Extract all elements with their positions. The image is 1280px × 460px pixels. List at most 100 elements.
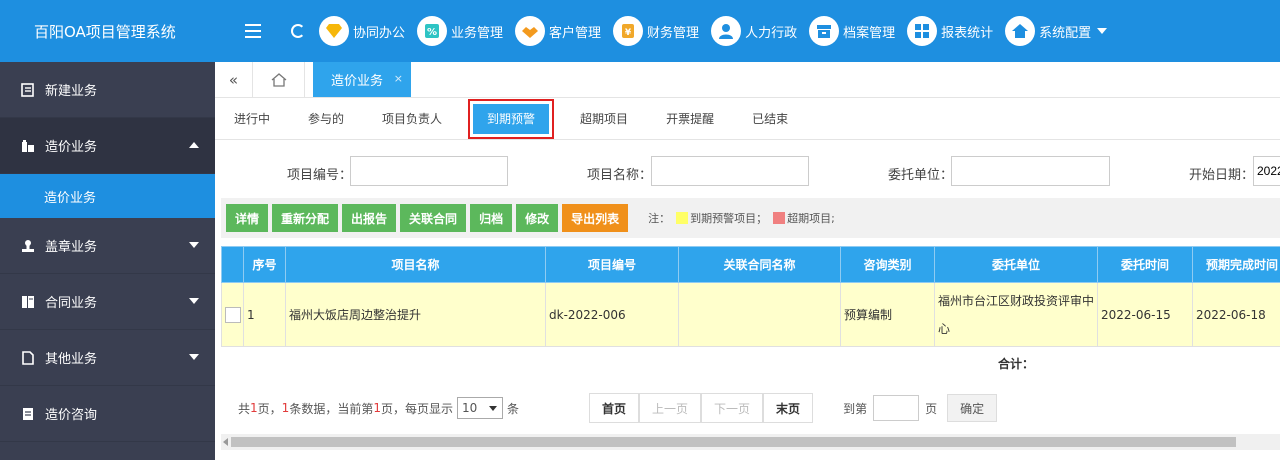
edit-button[interactable]: 修改	[516, 204, 559, 232]
header-category: 咨询类别	[840, 246, 935, 283]
sidebar-item-cost-business[interactable]: 造价业务	[0, 118, 215, 174]
chevron-down-icon	[189, 354, 199, 360]
project-no-input[interactable]	[350, 156, 508, 186]
row-project-code: dk-2022-006	[545, 282, 679, 347]
reassign-button[interactable]: 重新分配	[272, 204, 339, 232]
row-category: 预算编制	[840, 282, 935, 347]
client-label: 委托单位：	[888, 168, 954, 183]
building-icon	[20, 138, 36, 154]
warn-swatch	[676, 212, 689, 224]
top-menu-report[interactable]: 报表统计	[907, 16, 993, 46]
sidebar-item-new-business[interactable]: 新建业务	[0, 62, 215, 118]
prev-page-button[interactable]: 上一页	[639, 393, 702, 423]
legend-warn-label: 到期预警项目；	[690, 212, 768, 225]
goto-page-input[interactable]	[873, 395, 920, 421]
collapse-left-icon[interactable]: «	[215, 62, 253, 97]
first-page-button[interactable]: 首页	[589, 393, 640, 423]
top-menu-hr[interactable]: 人力行政	[711, 16, 797, 46]
last-page-button[interactable]: 末页	[763, 393, 814, 423]
chevron-up-icon	[189, 142, 199, 148]
sidebar-subitem-cost-business[interactable]: 造价业务	[0, 174, 215, 218]
svg-text:%: %	[427, 27, 437, 38]
top-menu-collab[interactable]: 协同办公	[319, 16, 405, 46]
subtab-invoice-reminder[interactable]: 开票提醒	[647, 104, 733, 134]
pager-buttons: 首页 上一页 下一页 末页	[589, 393, 814, 423]
chevron-down-icon	[1097, 28, 1108, 34]
row-checkbox[interactable]	[225, 306, 241, 323]
scrollbar-thumb[interactable]	[231, 437, 1236, 447]
home-tab-icon[interactable]	[253, 62, 305, 97]
confirm-button[interactable]: 确定	[947, 394, 998, 422]
tab-cost-business[interactable]: 造价业务 ×	[313, 62, 411, 97]
sidebar-item-stamp-business[interactable]: 盖章业务	[0, 218, 215, 274]
top-menu-label: 财务管理	[647, 25, 700, 41]
wallet-icon: ¥	[613, 16, 644, 46]
row-expected-date: 2022-06-18	[1192, 282, 1280, 347]
top-menu-finance[interactable]: ¥ 财务管理	[613, 16, 699, 46]
project-name-input[interactable]	[651, 156, 809, 186]
chevron-down-icon	[189, 298, 199, 304]
subtab-due-warning[interactable]: 到期预警	[468, 98, 555, 139]
subtab-finished[interactable]: 已结束	[733, 104, 807, 134]
export-list-button[interactable]: 导出列表	[562, 204, 629, 232]
menu-toggle-icon[interactable]	[243, 21, 263, 41]
horizontal-scrollbar[interactable]	[221, 434, 1280, 450]
overdue-swatch	[773, 212, 786, 224]
sidebar-item-other-business[interactable]: 其他业务	[0, 330, 215, 386]
table-row[interactable]: 1 福州大饭店周边整治提升 dk-2022-006 预算编制 福州市台江区财政投…	[221, 282, 1280, 347]
top-menu-label: 人力行政	[745, 25, 798, 41]
sidebar-item-contract-business[interactable]: 合同业务	[0, 274, 215, 330]
pager-size-suffix: 条	[506, 401, 519, 416]
detail-button[interactable]: 详情	[226, 204, 269, 232]
header-project-code: 项目编号	[545, 246, 679, 283]
subtab-participating[interactable]: 参与的	[289, 104, 363, 134]
action-toolbar: 详情 重新分配 出报告 关联合同 归档 修改 导出列表 注： 到期预警项目； 超…	[221, 198, 1280, 238]
top-menu-customer[interactable]: 客户管理	[515, 16, 601, 46]
pager-total-records: 1	[281, 401, 290, 415]
top-menu-label: 报表统计	[941, 25, 994, 41]
handshake-icon	[515, 16, 546, 46]
table-header-row: 序号 项目名称 项目编号 关联合同名称 咨询类别 委托单位 委托时间 预期完成时…	[221, 246, 1280, 283]
legend-overdue-label: 超期项目;	[787, 212, 835, 225]
status-tabs: 进行中 参与的 项目负责人 到期预警 超期项目 开票提醒 已结束	[215, 98, 1280, 140]
sidebar-item-cost-consult[interactable]: 造价咨询	[0, 386, 215, 442]
svg-text:¥: ¥	[625, 28, 632, 38]
row-checkbox-cell	[221, 282, 244, 347]
next-page-button[interactable]: 下一页	[701, 393, 764, 423]
start-date-label: 开始日期：	[1189, 168, 1255, 183]
top-menu-label: 业务管理	[451, 25, 504, 41]
top-menu-system-config[interactable]: 系统配置	[1005, 16, 1108, 46]
pager-total-pages: 1	[250, 401, 258, 415]
report-button[interactable]: 出报告	[342, 204, 397, 232]
link-contract-button[interactable]: 关联合同	[400, 204, 467, 232]
refresh-icon[interactable]	[291, 24, 305, 38]
archive-icon	[809, 16, 840, 46]
tab-strip: « 造价业务 ×	[215, 62, 1280, 98]
top-menu-archive[interactable]: 档案管理	[809, 16, 895, 46]
row-client: 福州市台江区财政投资评审中心	[934, 282, 1098, 347]
top-nav: 协同办公 % 业务管理 客户管理 ¥ 财务管理 人力行政 档案管理 报表统计 系…	[215, 0, 1280, 62]
subtab-in-progress[interactable]: 进行中	[215, 104, 289, 134]
header-expected-date: 预期完成时间	[1192, 246, 1280, 283]
project-no-label: 项目编号：	[287, 168, 353, 183]
stamp-icon	[20, 238, 36, 254]
header-index: 序号	[243, 246, 286, 283]
row-entrust-date: 2022-06-15	[1097, 282, 1193, 347]
start-date-input[interactable]	[1253, 156, 1280, 186]
subtab-overdue[interactable]: 超期项目	[561, 104, 647, 134]
top-menu-label: 系统配置	[1039, 25, 1092, 41]
page-size-value: 10	[461, 401, 478, 415]
person-icon	[711, 16, 742, 46]
tab-label: 造价业务	[331, 74, 384, 89]
app-root: 百阳OA项目管理系统 新建业务 造价业务 造价业务 盖章业务 合同业务 其他业务…	[0, 0, 1280, 460]
page-size-select[interactable]: 10	[456, 397, 503, 419]
subtab-project-lead[interactable]: 项目负责人	[363, 104, 461, 134]
close-icon[interactable]: ×	[394, 72, 403, 85]
client-input[interactable]	[951, 156, 1110, 186]
percent-icon: %	[417, 16, 448, 46]
top-menu-business[interactable]: % 业务管理	[417, 16, 503, 46]
scroll-left-icon[interactable]	[223, 438, 228, 446]
archive-button[interactable]: 归档	[470, 204, 513, 232]
top-menu-label: 客户管理	[549, 25, 602, 41]
search-form: 项目编号： 项目名称： 委托单位： 开始日期：	[215, 150, 1280, 192]
